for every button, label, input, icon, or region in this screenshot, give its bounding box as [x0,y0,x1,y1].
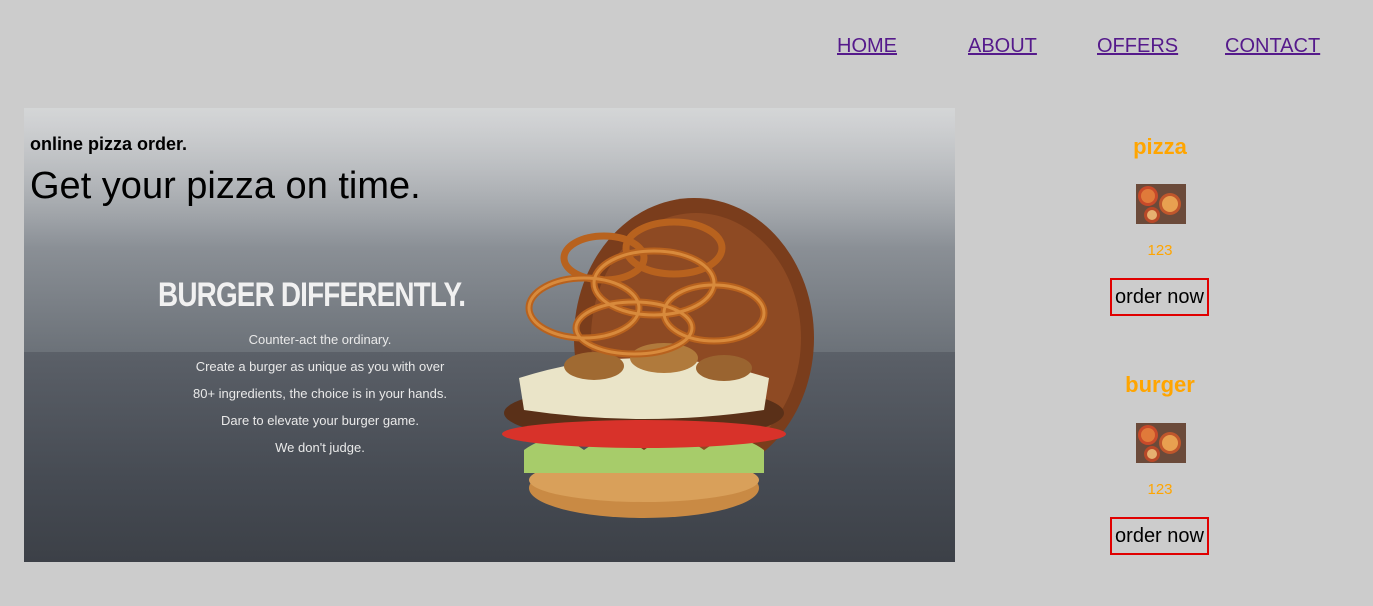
order-now-button[interactable]: order now [1110,278,1209,316]
product-price: 123 [1147,481,1173,498]
hero-banner: online pizza order. Get your pizza on ti… [24,108,955,562]
nav-link-home[interactable]: HOME [837,35,897,58]
promo-line-5: We don't judge. [275,440,365,455]
product-title: burger [1125,372,1195,397]
product-title: pizza [1133,134,1187,159]
nav-link-offers[interactable]: OFFERS [1097,35,1178,58]
promo-line-2: Create a burger as unique as you with ov… [195,359,445,374]
nav-link-about[interactable]: ABOUT [968,35,1037,58]
hero-kicker: online pizza order. [30,134,188,154]
promo-line-1: Counter-act the ordinary. [248,332,392,347]
hero-headline: Get your pizza on time. [30,165,421,207]
promo-line-3: 80+ ingredients, the choice is in your h… [192,386,448,401]
nav-link-contact[interactable]: CONTACT [1225,35,1320,58]
burger-image [502,198,814,518]
order-now-button[interactable]: order now [1110,517,1209,555]
promo-line-4: Dare to elevate your burger game. [221,413,419,428]
promo-title: BURGER DIFFERENTLY. [158,276,466,314]
product-price: 123 [1147,242,1173,259]
main-nav: HOME ABOUT OFFERS CONTACT [0,35,1373,61]
product-thumbnail [1136,184,1186,224]
product-thumbnail [1136,423,1186,463]
